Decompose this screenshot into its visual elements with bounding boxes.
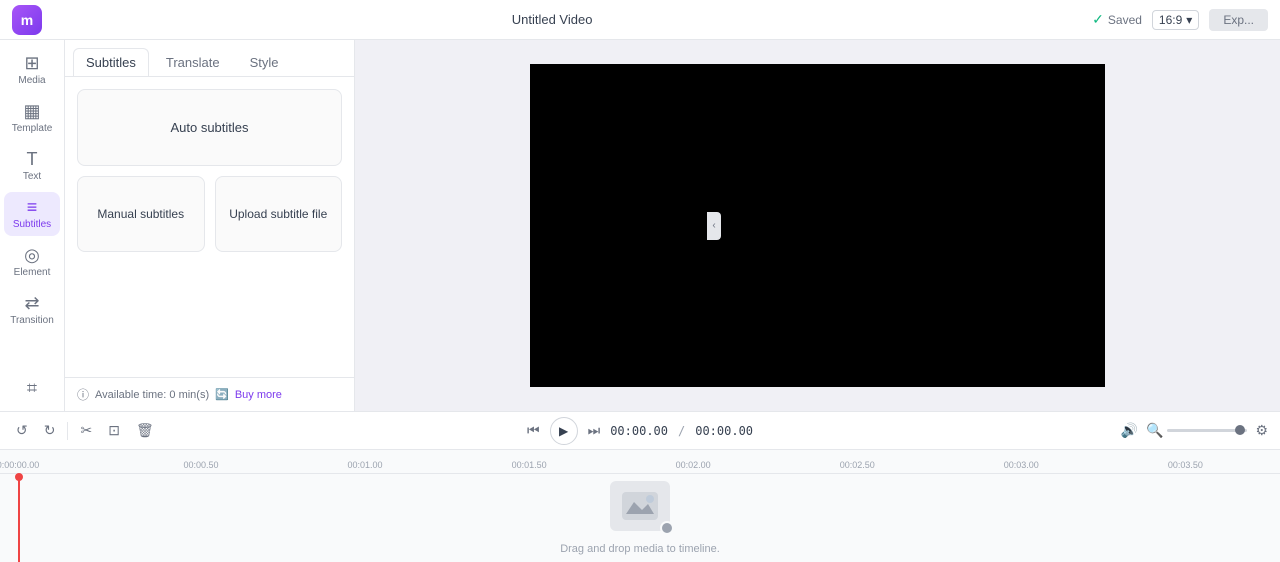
timeline-placeholder-icon	[610, 481, 670, 531]
template-icon: ▦	[23, 102, 40, 120]
timeline-toolbar: ↺ ↻ ✂ ⊡ 🗑 ⏮ ▶ ⏭ 00:00.00 / 00:00.00 🔊 🔍 …	[0, 412, 1280, 450]
timeline-ruler: 0:00:00.00 00:00.50 00:01.00 00:01.50 00…	[0, 450, 1280, 474]
extra-icon: ⌗	[27, 379, 37, 397]
element-icon: ◎	[24, 246, 40, 264]
sidebar-label-template: Template	[12, 123, 53, 134]
split-button[interactable]: ⊡	[104, 420, 124, 441]
timeline-tracks[interactable]: Drag and drop media to timeline.	[0, 474, 1280, 562]
skip-back-button[interactable]: ⏮	[527, 422, 540, 439]
toolbar-divider-1	[67, 422, 68, 440]
panel-footer: ⓘ Available time: 0 min(s) 🔄 Buy more	[65, 377, 354, 411]
zoom-control: 🔍	[1146, 422, 1247, 439]
preview-area	[355, 40, 1280, 411]
available-time-text: Available time: 0 min(s)	[95, 389, 209, 401]
ruler-mark-2: 00:01.00	[348, 460, 383, 470]
refresh-icon: 🔄	[215, 388, 229, 401]
tab-subtitles[interactable]: Subtitles	[73, 48, 149, 76]
sidebar-item-text[interactable]: T Text	[4, 144, 60, 188]
subtitle-cards-row: Manual subtitles Upload subtitle file	[77, 176, 342, 252]
zoom-slider[interactable]	[1167, 429, 1247, 432]
placeholder-circle	[660, 521, 674, 535]
sidebar-item-element[interactable]: ◎ Element	[4, 240, 60, 284]
check-icon: ✓	[1092, 11, 1104, 28]
ruler-mark-3: 00:01.50	[512, 460, 547, 470]
panel-content: Auto subtitles Manual subtitles Upload s…	[65, 77, 354, 377]
play-button[interactable]: ▶	[550, 417, 578, 445]
panel-tabs: Subtitles Translate Style	[65, 40, 354, 77]
sidebar-item-template[interactable]: ▦ Template	[4, 96, 60, 140]
ruler-mark-6: 00:03.00	[1004, 460, 1039, 470]
bottom-section: ↺ ↻ ✂ ⊡ 🗑 ⏮ ▶ ⏭ 00:00.00 / 00:00.00 🔊 🔍 …	[0, 411, 1280, 562]
delete-button[interactable]: 🗑	[132, 420, 158, 441]
sidebar-label-text: Text	[23, 171, 41, 182]
video-preview	[530, 64, 1105, 387]
media-icon: ⊞	[24, 54, 39, 72]
playhead	[18, 474, 20, 562]
redo-button[interactable]: ↻	[40, 420, 60, 441]
auto-subtitles-card[interactable]: Auto subtitles	[77, 89, 342, 166]
toolbar-left: ↺ ↻ ✂ ⊡ 🗑	[12, 420, 158, 441]
ruler-mark-7: 00:03.50	[1168, 460, 1203, 470]
sidebar-label-element: Element	[14, 267, 51, 278]
subtitles-icon: ≡	[27, 198, 38, 216]
sidebar-label-transition: Transition	[10, 315, 54, 326]
sidebar-item-media[interactable]: ⊞ Media	[4, 48, 60, 92]
video-title: Untitled Video	[12, 12, 1092, 27]
zoom-out-button[interactable]: 🔍	[1146, 422, 1163, 439]
export-button[interactable]: Exp...	[1209, 9, 1268, 31]
saved-label: Saved	[1108, 13, 1142, 27]
sidebar-label-media: Media	[18, 75, 45, 86]
main-area: ⊞ Media ▦ Template T Text ≡ Subtitles ◎ …	[0, 40, 1280, 411]
info-icon: ⓘ	[77, 386, 89, 403]
top-bar-right: ✓ Saved 16:9 ▾ Exp...	[1092, 9, 1268, 31]
top-bar: m Untitled Video ✓ Saved 16:9 ▾ Exp...	[0, 0, 1280, 40]
tab-style[interactable]: Style	[237, 48, 292, 76]
text-icon: T	[27, 150, 38, 168]
ruler-mark-4: 00:02.00	[676, 460, 711, 470]
ratio-select[interactable]: 16:9 ▾	[1152, 10, 1199, 30]
sidebar: ⊞ Media ▦ Template T Text ≡ Subtitles ◎ …	[0, 40, 65, 411]
sidebar-item-subtitles[interactable]: ≡ Subtitles	[4, 192, 60, 236]
sidebar-label-subtitles: Subtitles	[13, 219, 51, 230]
ratio-label: 16:9	[1159, 13, 1182, 27]
time-separator: /	[678, 424, 685, 438]
total-time: 00:00.00	[695, 424, 753, 438]
ruler-mark-0: 0:00:00.00	[0, 460, 39, 470]
toolbar-right: 🔊 🔍 ⚙	[1121, 422, 1268, 439]
sidebar-item-extra[interactable]: ⌗	[4, 373, 60, 403]
skip-forward-button[interactable]: ⏭	[588, 422, 601, 439]
manual-subtitles-card[interactable]: Manual subtitles	[77, 176, 205, 252]
placeholder-image-icon	[622, 492, 658, 520]
toolbar-center: ⏮ ▶ ⏭ 00:00.00 / 00:00.00	[527, 417, 753, 445]
sidebar-item-transition[interactable]: ⇄ Transition	[4, 288, 60, 332]
playhead-dot	[15, 473, 23, 481]
upload-subtitle-card[interactable]: Upload subtitle file	[215, 176, 343, 252]
saved-badge: ✓ Saved	[1092, 11, 1142, 28]
subtitle-panel: Subtitles Translate Style Auto subtitles…	[65, 40, 355, 411]
zoom-slider-thumb	[1235, 425, 1245, 435]
cut-button[interactable]: ✂	[76, 420, 96, 441]
tab-translate[interactable]: Translate	[153, 48, 233, 76]
transition-icon: ⇄	[24, 294, 39, 312]
ratio-chevron-icon: ▾	[1186, 13, 1192, 27]
volume-button[interactable]: 🔊	[1121, 422, 1138, 439]
ruler-mark-1: 00:00.50	[183, 460, 218, 470]
undo-button[interactable]: ↺	[12, 420, 32, 441]
ruler-mark-5: 00:02.50	[840, 460, 875, 470]
collapse-panel-button[interactable]: ‹	[707, 212, 721, 240]
timeline-settings-button[interactable]: ⚙	[1255, 422, 1268, 439]
buy-more-link[interactable]: Buy more	[235, 389, 282, 401]
timeline-drop-text: Drag and drop media to timeline.	[560, 543, 720, 555]
current-time: 00:00.00	[610, 424, 668, 438]
timeline: 0:00:00.00 00:00.50 00:01.00 00:01.50 00…	[0, 450, 1280, 562]
